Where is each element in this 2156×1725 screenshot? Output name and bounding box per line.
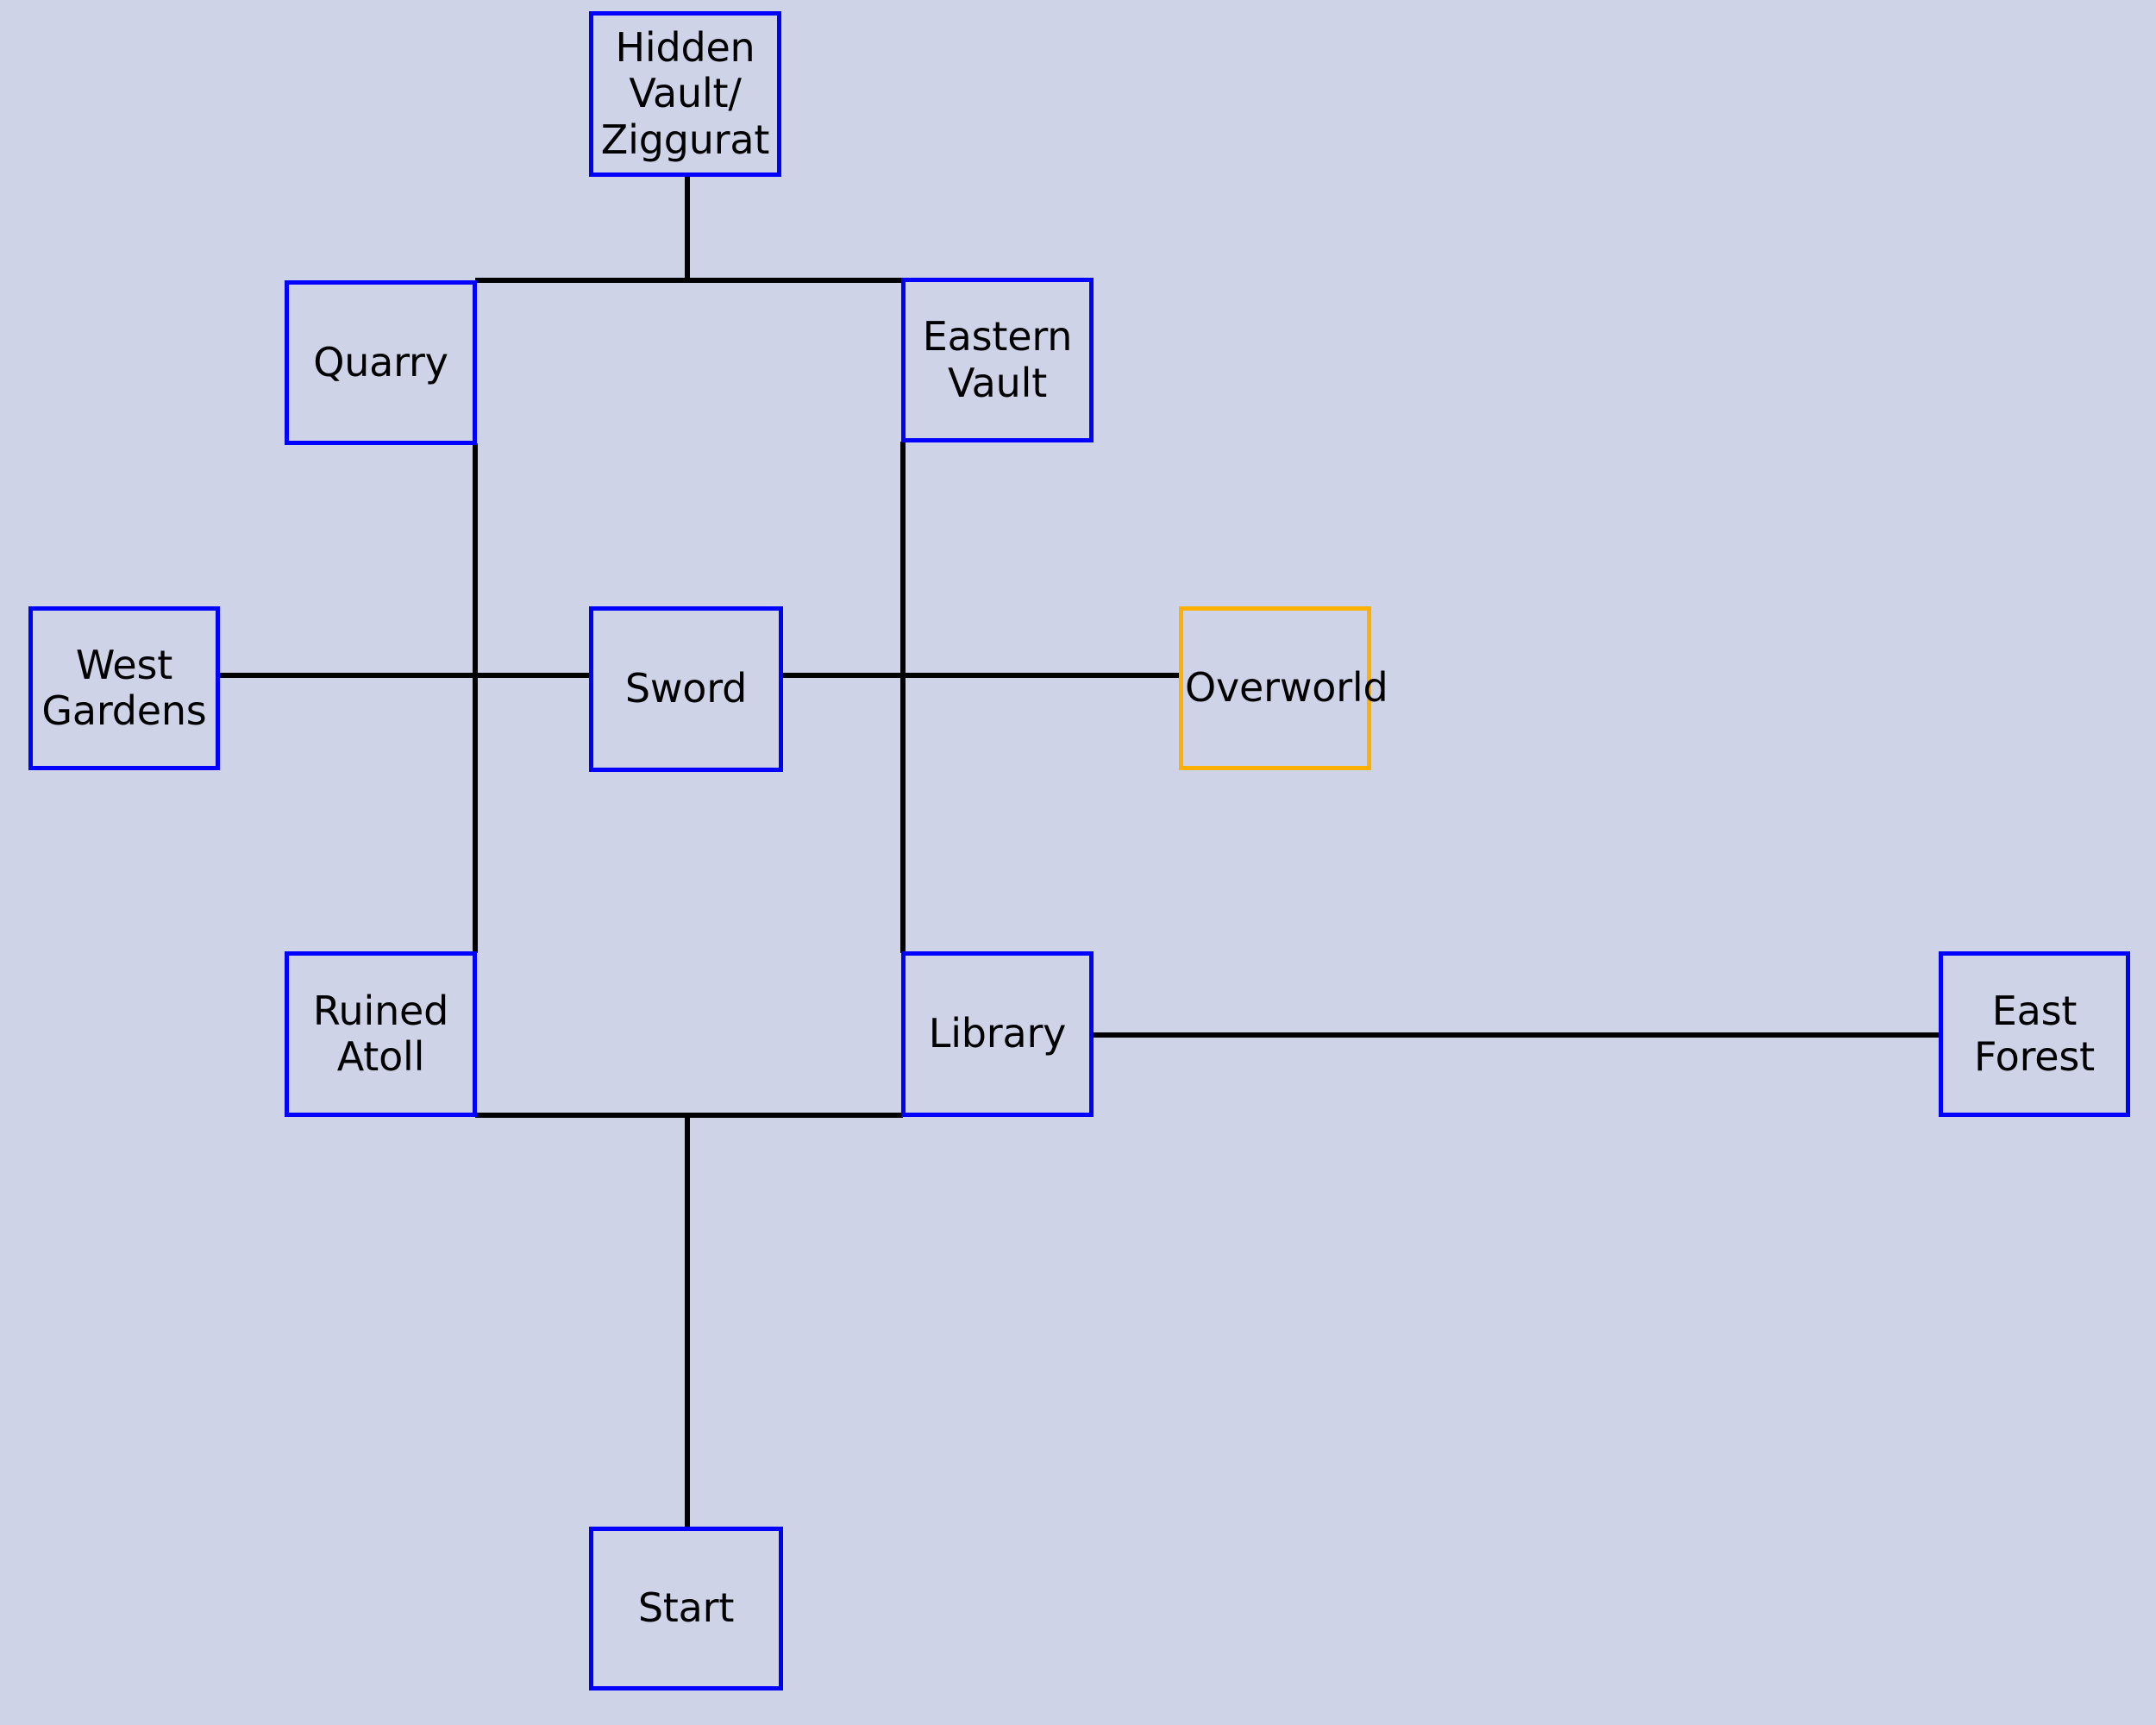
edge-layer [220,177,1939,1527]
node-overworld[interactable]: Overworld [1179,606,1388,770]
node-quarry[interactable]: Quarry [285,280,477,445]
node-label-quarry: Quarry [313,338,448,386]
node-label-west-gardens: West Gardens [41,641,207,734]
node-start[interactable]: Start [589,1527,783,1690]
node-label-overworld: Overworld [1185,664,1388,712]
node-label-library: Library [928,1010,1067,1057]
node-label-start: Start [637,1584,735,1632]
node-east-forest[interactable]: East Forest [1939,951,2130,1117]
node-label-sword: Sword [624,665,748,712]
node-library[interactable]: Library [901,951,1094,1117]
node-label-ruined-atoll: Ruined Atoll [312,987,449,1080]
node-eastern-vault[interactable]: Eastern Vault [901,278,1094,442]
node-hidden-vault-ziggurat[interactable]: Hidden Vault/ Ziggurat [589,11,781,177]
node-ruined-atoll[interactable]: Ruined Atoll [285,951,477,1117]
node-sword[interactable]: Sword [589,606,783,772]
node-label-east-forest: East Forest [1974,987,2095,1080]
node-west-gardens[interactable]: West Gardens [28,606,220,770]
node-label-eastern-vault: Eastern Vault [922,313,1073,406]
diagram-canvas: Hidden Vault/ Ziggurat Quarry Eastern Vaul… [0,0,2156,1725]
node-label-hidden-vault-ziggurat: Hidden Vault/ Ziggurat [600,23,770,163]
